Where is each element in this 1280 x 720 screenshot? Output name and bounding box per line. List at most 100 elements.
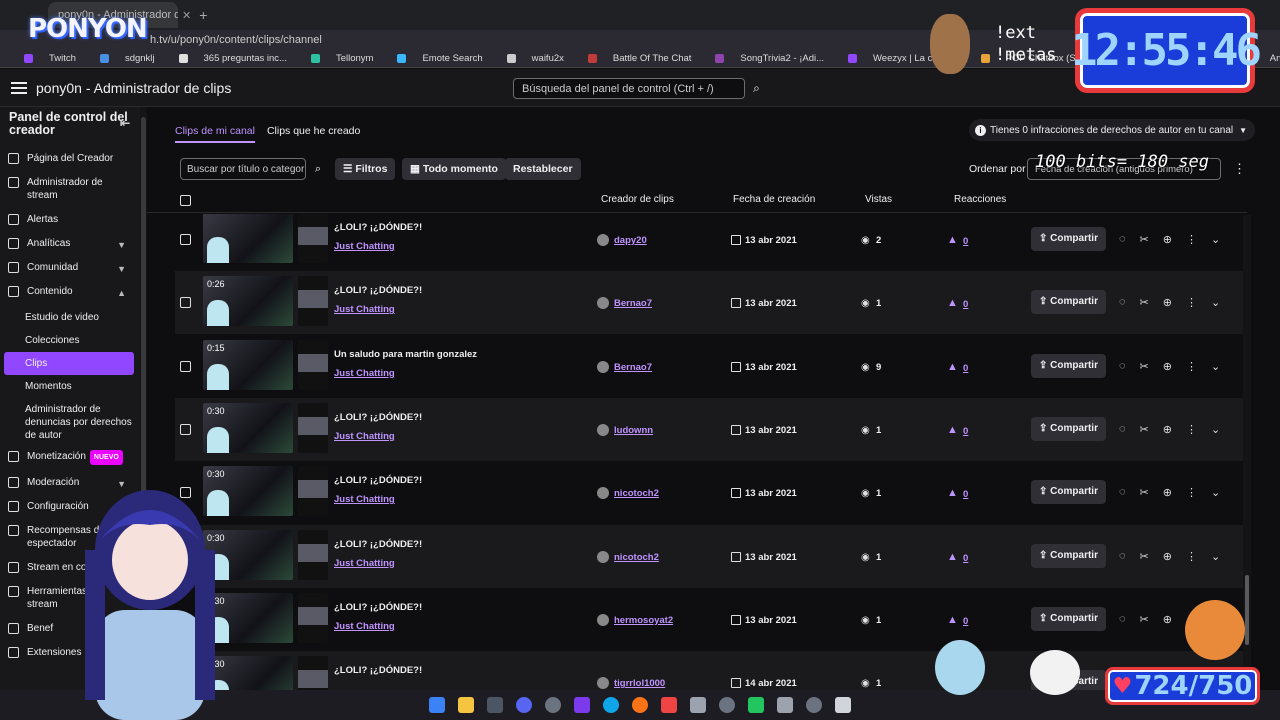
clip-reactions[interactable]: 0 [963, 489, 968, 500]
clip-vertical-thumbnail[interactable] [298, 214, 328, 263]
clip-reactions[interactable]: 0 [963, 616, 968, 627]
chevron-up-icon[interactable]: ▲ [117, 287, 126, 300]
add-circle-icon[interactable]: ⊕ [1163, 360, 1172, 373]
sidebar-item-contenido[interactable]: Contenido ▲ [0, 282, 140, 301]
clip-vertical-thumbnail[interactable] [298, 656, 328, 690]
firefox-icon[interactable] [632, 697, 648, 713]
creator-link[interactable]: Bernao7 [614, 362, 652, 373]
bookmark-item[interactable]: Tellonym [299, 53, 373, 64]
chevron-down-icon[interactable]: ⌄ [1211, 233, 1220, 246]
tab-my-channel-clips[interactable]: Clips de mi canal [175, 125, 255, 143]
reset-button[interactable]: Restablecer [505, 158, 581, 180]
obs-icon[interactable] [574, 697, 590, 713]
clip-reactions[interactable]: 0 [963, 236, 968, 247]
row-checkbox[interactable] [180, 360, 191, 372]
scissors-icon[interactable]: ✂ [1140, 360, 1149, 373]
chevron-down-icon[interactable]: ⌄ [1211, 296, 1220, 309]
search-icon[interactable]: ⌕ [308, 158, 328, 180]
clip-vertical-thumbnail[interactable] [298, 466, 328, 517]
clip-thumbnail[interactable]: 0:15 [203, 339, 293, 390]
more-options-icon[interactable]: ⋮ [1186, 296, 1197, 309]
clip-title[interactable]: ¿LOLI? ¡¿DÓNDE?! [334, 665, 422, 676]
app-icon[interactable] [835, 697, 851, 713]
sidebar-item-pagina[interactable]: Página del Creador [0, 149, 140, 168]
app-icon[interactable] [777, 697, 793, 713]
scissors-icon[interactable]: ✂ [1140, 613, 1149, 626]
clip-category-link[interactable]: Just Chatting [334, 494, 395, 505]
clip-title[interactable]: Un saludo para martin gonzalez [334, 349, 477, 360]
column-creator[interactable]: Creador de clips [601, 194, 674, 205]
more-options-icon[interactable]: ⋮ [1186, 423, 1197, 436]
clip-category-link[interactable]: Just Chatting [334, 431, 395, 442]
clip-title[interactable]: ¿LOLI? ¡¿DÓNDE?! [334, 412, 422, 423]
scissors-icon[interactable]: ✂ [1140, 486, 1149, 499]
add-circle-icon[interactable]: ⊕ [1163, 486, 1172, 499]
more-options-icon[interactable]: ⋮ [1186, 486, 1197, 499]
clip-category-link[interactable]: Just Chatting [334, 368, 395, 379]
clip-thumbnail[interactable]: 0:26 [203, 276, 293, 327]
share-button[interactable]: ⇪ Compartir [1031, 353, 1106, 378]
clip-vertical-thumbnail[interactable] [298, 276, 328, 327]
app-icon[interactable] [806, 697, 822, 713]
add-circle-icon[interactable]: ⊕ [1163, 550, 1172, 563]
share-button[interactable]: ⇪ Compartir [1031, 416, 1106, 441]
clip-vertical-thumbnail[interactable] [298, 402, 328, 453]
add-circle-icon[interactable]: ⊕ [1163, 233, 1172, 246]
sidebar-item-monetizacion[interactable]: Monetización NUEVO [0, 447, 140, 468]
sidebar-item-comunidad[interactable]: Comunidad ▼ [0, 258, 140, 277]
clip-title[interactable]: ¿LOLI? ¡¿DÓNDE?! [334, 475, 422, 486]
sidebar-subitem-3[interactable]: Momentos [0, 375, 140, 398]
bookmark-item[interactable]: Twitch [12, 53, 76, 64]
new-tab-icon[interactable]: + [199, 7, 207, 23]
windows-start-icon[interactable] [429, 697, 445, 713]
share-button[interactable]: ⇪ Compartir [1031, 480, 1106, 505]
chevron-down-icon[interactable]: ▼ [117, 263, 126, 276]
app-icon[interactable] [748, 697, 764, 713]
clip-reactions[interactable]: 0 [963, 553, 968, 564]
row-checkbox[interactable] [180, 297, 191, 309]
close-tab-icon[interactable]: ✕ [182, 9, 191, 22]
edge-icon[interactable] [603, 697, 619, 713]
openai-icon[interactable] [545, 697, 561, 713]
more-options-icon[interactable]: ⋮ [1186, 233, 1197, 246]
clip-category-link[interactable]: Just Chatting [334, 621, 395, 632]
more-options-icon[interactable]: ⋮ [1186, 360, 1197, 373]
clip-reactions[interactable]: 0 [963, 299, 968, 310]
bookmark-item[interactable]: Emote Search [385, 53, 483, 64]
search-icon[interactable]: ⌕ [746, 78, 767, 99]
more-options-icon[interactable]: ⋮ [1233, 161, 1246, 177]
bookmark-item[interactable]: SongTrivia2 - ¡Adi... [703, 53, 824, 64]
add-circle-icon[interactable]: ⊕ [1163, 613, 1172, 626]
creator-link[interactable]: nicotoch2 [614, 552, 659, 563]
more-options-icon[interactable]: ⋮ [1186, 550, 1197, 563]
copyright-infringement-notice[interactable]: i Tienes 0 infracciones de derechos de a… [969, 119, 1256, 141]
menu-icon[interactable] [11, 81, 27, 94]
column-views[interactable]: Vistas [865, 194, 892, 205]
bookmark-item[interactable]: Battle Of The Chat [576, 53, 691, 64]
creator-link[interactable]: tigrrlol1000 [614, 678, 665, 689]
bookmark-item[interactable]: sdgnklj [88, 53, 155, 64]
share-button[interactable]: ⇪ Compartir [1031, 290, 1106, 315]
sidebar-item-administrador[interactable]: Administrador de stream [0, 173, 140, 205]
bookmark-item[interactable]: 365 preguntas inc... [167, 53, 287, 64]
creator-link[interactable]: ludownn [614, 425, 653, 436]
sidebar-item-alertas[interactable]: Alertas [0, 210, 140, 229]
chevron-down-icon[interactable]: ⌄ [1211, 423, 1220, 436]
add-circle-icon[interactable]: ⊕ [1163, 296, 1172, 309]
clip-thumbnail[interactable] [203, 214, 293, 263]
creator-link[interactable]: nicotoch2 [614, 488, 659, 499]
chevron-down-icon[interactable]: ⌄ [1211, 486, 1220, 499]
clip-title[interactable]: ¿LOLI? ¡¿DÓNDE?! [334, 285, 422, 296]
scissors-icon[interactable]: ✂ [1140, 233, 1149, 246]
clip-vertical-thumbnail[interactable] [298, 529, 328, 580]
sidebar-scroll-thumb[interactable] [141, 117, 146, 537]
clip-category-link[interactable]: Just Chatting [334, 241, 395, 252]
clip-category-link[interactable]: Just Chatting [334, 558, 395, 569]
valorant-icon[interactable] [661, 697, 677, 713]
scissors-icon[interactable]: ✂ [1140, 423, 1149, 436]
column-date[interactable]: Fecha de creación [733, 194, 815, 205]
creator-link[interactable]: dapy20 [614, 235, 647, 246]
creator-link[interactable]: Bernao7 [614, 298, 652, 309]
main-scroll-thumb[interactable] [1245, 575, 1249, 645]
sidebar-subitem-2[interactable]: Clips [4, 352, 134, 375]
